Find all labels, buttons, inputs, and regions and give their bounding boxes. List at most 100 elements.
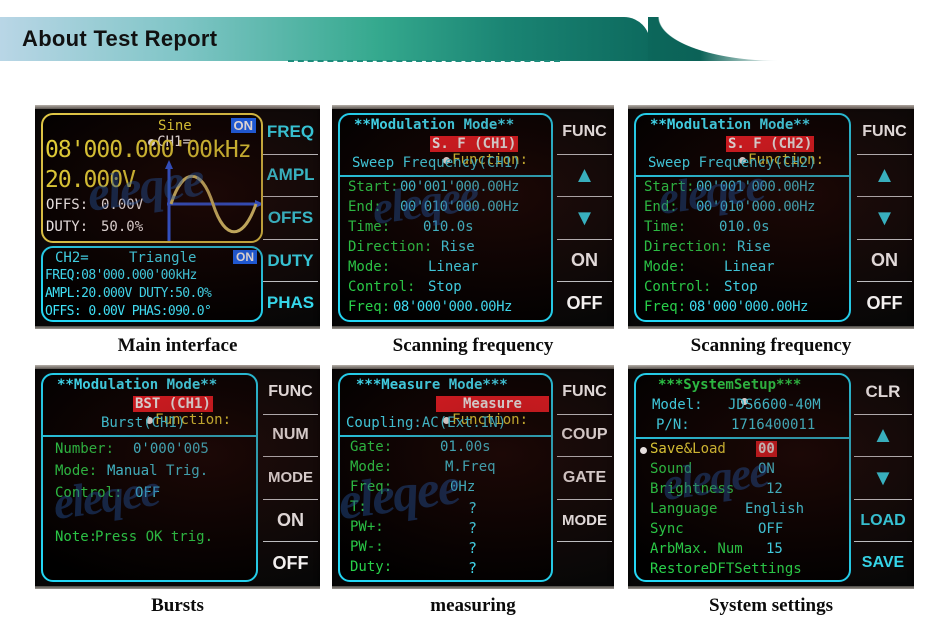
ch1-offset-label: OFFS: xyxy=(46,197,89,213)
row-label: Freq: xyxy=(348,299,391,315)
softkey-func[interactable]: FUNC xyxy=(263,371,318,414)
caption-sweep-ch1: Scanning frequency xyxy=(392,335,554,356)
section-divider xyxy=(43,435,256,437)
table-row-spacer xyxy=(55,507,254,529)
table-row[interactable]: Direction: Rise xyxy=(644,239,847,259)
row-value: M.Freq xyxy=(445,459,496,475)
setting-selected-dot xyxy=(640,447,647,454)
softkey-down-arrow-icon[interactable]: ▼ xyxy=(854,456,912,499)
row-label: End: xyxy=(348,199,382,215)
pn-label: P/N: xyxy=(656,417,690,433)
header-dashed-divider xyxy=(288,60,560,62)
ch1-display-box: CH1= Sine ON 08'000.000'00kHz 20.000V OF… xyxy=(41,113,263,243)
softkey-on[interactable]: ON xyxy=(857,238,912,282)
function-value[interactable]: BST (CH1) xyxy=(133,396,213,412)
softkey-func[interactable]: FUNC xyxy=(857,111,912,154)
function-value[interactable]: S. F (CH1) xyxy=(430,136,519,152)
table-row[interactable]: Start: 00'001'000.00Hz xyxy=(644,179,847,199)
sweep-parameter-list: Start: 00'001'000.00Hz End: 00'010'000.0… xyxy=(644,179,847,319)
function-value[interactable]: Measure xyxy=(436,396,549,412)
softkey-save[interactable]: SAVE xyxy=(854,541,912,584)
ch1-amplitude: 20.000V xyxy=(45,167,136,193)
panel-burst: **Modulation Mode** Function: BST (CH1) … xyxy=(35,365,320,617)
setting-row-sound[interactable]: Sound ON xyxy=(640,461,847,481)
caption-system-settings: System settings xyxy=(708,595,834,616)
softkey-up-arrow-icon[interactable]: ▲ xyxy=(857,153,912,197)
table-row[interactable]: T: ? xyxy=(350,499,549,519)
table-row[interactable]: Gate: 01.00s xyxy=(350,439,549,459)
burst-parameter-list: Number: 0'000'005 Mode: Manual Trig. Con… xyxy=(55,441,254,551)
softkey-up-arrow-icon[interactable]: ▲ xyxy=(557,153,612,197)
ch2-output-state[interactable]: ON xyxy=(233,250,257,264)
measure-display-box: ***Measure Mode*** Function: Measure Cou… xyxy=(338,373,553,582)
row-label: Save&Load xyxy=(650,441,726,457)
caption-main-interface: Main interface xyxy=(117,335,238,356)
row-label: Control: xyxy=(348,279,416,295)
ch1-output-state[interactable]: ON xyxy=(230,118,256,133)
softkey-func[interactable]: FUNC xyxy=(557,111,612,154)
table-row[interactable]: Time: 010.0s xyxy=(348,219,549,239)
softkey-clr[interactable]: CLR xyxy=(854,371,912,414)
softkey-func[interactable]: FUNC xyxy=(557,371,612,414)
ch1-waveform: Sine xyxy=(158,118,192,134)
table-row[interactable]: Mode: Manual Trig. xyxy=(55,463,254,485)
softkey-gate[interactable]: GATE xyxy=(557,456,612,499)
table-row[interactable]: Control: Stop xyxy=(348,279,549,299)
table-row[interactable]: Mode: M.Freq xyxy=(350,459,549,479)
table-row[interactable]: Duty: ? xyxy=(350,559,549,579)
softkey-mode[interactable]: MODE xyxy=(557,498,612,542)
softkey-offs[interactable]: OFFS xyxy=(263,196,318,239)
setting-row-restore-defaults[interactable]: RestoreDFTSettings xyxy=(640,561,847,580)
table-row[interactable]: PW+: ? xyxy=(350,519,549,539)
softkey-phas[interactable]: PHAS xyxy=(263,281,318,324)
setting-row-language[interactable]: Language English xyxy=(640,501,847,521)
softkey-load[interactable]: LOAD xyxy=(854,498,912,542)
table-row[interactable]: Direction: Rise xyxy=(348,239,549,259)
bezel-top xyxy=(628,105,914,109)
setting-row-save-load[interactable]: Save&Load 00 xyxy=(640,441,847,461)
page-title: About Test Report xyxy=(22,26,218,51)
table-row[interactable]: PW-: ? xyxy=(350,539,549,559)
table-row[interactable]: Freq: 08'000'000.00Hz xyxy=(348,299,549,319)
softkey-duty[interactable]: DUTY xyxy=(263,238,318,282)
softkey-column-system: CLR ▲ ▼ LOAD SAVE xyxy=(854,371,912,584)
panel-sweep-ch1: **Modulation Mode** Function: S. F (CH1)… xyxy=(332,105,614,357)
softkey-down-arrow-icon[interactable]: ▼ xyxy=(557,196,612,239)
table-row[interactable]: Mode: Linear xyxy=(348,259,549,279)
softkey-freq[interactable]: FREQ xyxy=(263,111,318,154)
table-row[interactable]: Time: 010.0s xyxy=(644,219,847,239)
table-row[interactable]: End: 00'010'000.00Hz xyxy=(644,199,847,219)
softkey-off[interactable]: OFF xyxy=(263,541,318,584)
table-row[interactable]: Freq: 08'000'000.00Hz xyxy=(644,299,847,319)
softkey-empty[interactable] xyxy=(557,541,612,584)
bezel-top xyxy=(35,105,320,109)
ch2-waveform: Triangle xyxy=(129,250,197,266)
row-label: Control: xyxy=(644,279,712,295)
table-row[interactable]: Control: Stop xyxy=(644,279,847,299)
function-value[interactable]: S. F (CH2) xyxy=(726,136,815,152)
note-value: Press OK trig. xyxy=(95,529,214,545)
table-row[interactable]: Start: 00'001'000.00Hz xyxy=(348,179,549,199)
row-value[interactable]: 00 xyxy=(756,441,777,457)
softkey-num[interactable]: NUM xyxy=(263,413,318,457)
softkey-off[interactable]: OFF xyxy=(857,281,912,324)
softkey-mode[interactable]: MODE xyxy=(263,456,318,499)
softkey-ampl[interactable]: AMPL xyxy=(263,153,318,197)
softkey-coup[interactable]: COUP xyxy=(557,413,612,457)
table-row[interactable]: Mode: Linear xyxy=(644,259,847,279)
table-row[interactable]: Freq: 0Hz xyxy=(350,479,549,499)
setting-row-sync[interactable]: Sync OFF xyxy=(640,521,847,541)
setting-row-brightness[interactable]: Brightness 12 xyxy=(640,481,847,501)
softkey-on[interactable]: ON xyxy=(557,238,612,282)
system-title: ***SystemSetup*** xyxy=(658,377,802,393)
softkey-off[interactable]: OFF xyxy=(557,281,612,324)
softkey-down-arrow-icon[interactable]: ▼ xyxy=(857,196,912,239)
table-row[interactable]: End: 00'010'000.00Hz xyxy=(348,199,549,219)
table-row[interactable]: Control: OFF xyxy=(55,485,254,507)
setting-row-arbmax[interactable]: ArbMax. Num 15 xyxy=(640,541,847,561)
softkey-up-arrow-icon[interactable]: ▲ xyxy=(854,413,912,457)
row-value: 010.0s xyxy=(423,219,474,235)
table-row[interactable]: Number: 0'000'005 xyxy=(55,441,254,463)
modulation-subtitle: Sweep Frequency(CH1) xyxy=(352,155,521,171)
softkey-on[interactable]: ON xyxy=(263,498,318,542)
